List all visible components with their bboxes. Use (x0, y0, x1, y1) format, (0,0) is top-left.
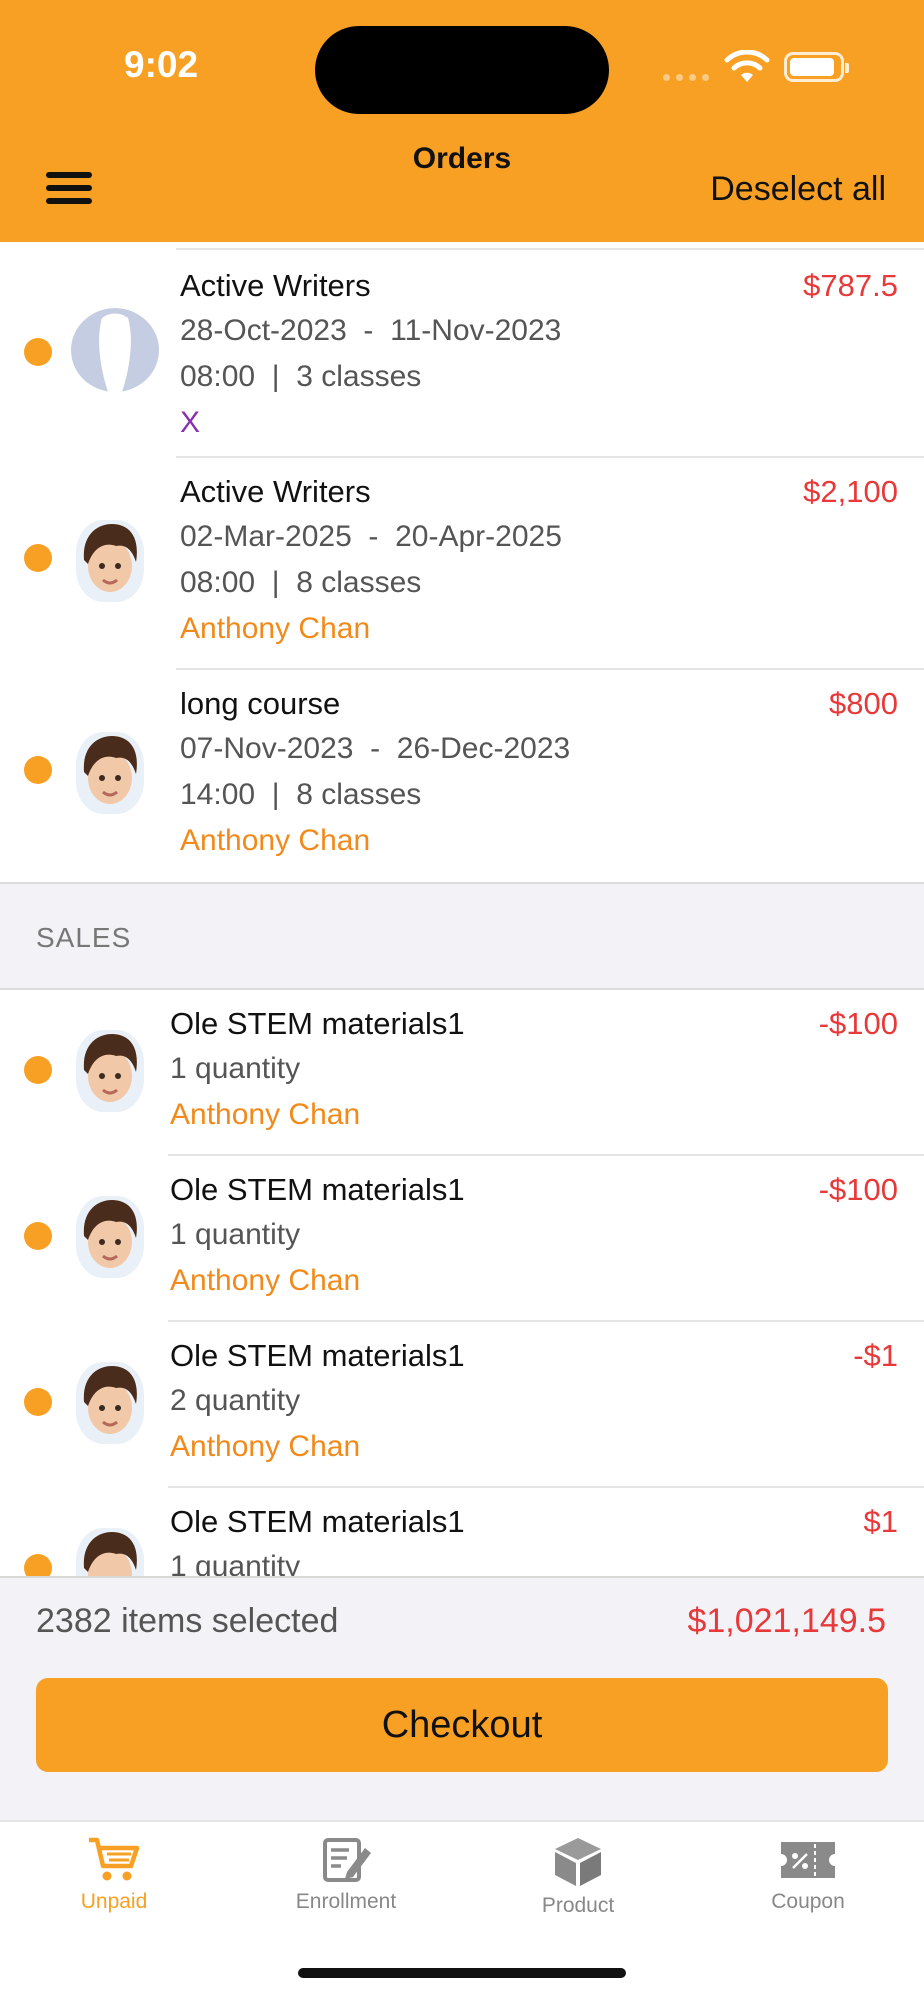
course-title: Active Writers (180, 474, 371, 509)
battery-icon (784, 52, 849, 82)
avatar (76, 732, 144, 814)
student-name: Anthony Chan (170, 1098, 361, 1131)
student-name: X (180, 406, 201, 439)
date-range: 28-Oct-2023 - 11-Nov-2023 (180, 314, 562, 347)
selected-indicator[interactable] (24, 1056, 52, 1084)
quantity: 1 quantity (170, 1550, 301, 1576)
tab-label: Product (541, 1894, 615, 1917)
selected-indicator[interactable] (24, 1222, 52, 1250)
selected-indicator[interactable] (24, 1554, 52, 1576)
tab-label: Coupon (771, 1890, 845, 1913)
student-name: Anthony Chan (170, 1264, 361, 1297)
deselect-all-button[interactable]: Deselect all (710, 170, 886, 209)
selected-indicator[interactable] (24, 338, 52, 366)
avatar (76, 520, 144, 602)
quantity: 1 quantity (170, 1052, 301, 1085)
status-time: 9:02 (124, 44, 199, 85)
orders-list[interactable]: Active Writers 28-Oct-2023 - 11-Nov-2023… (0, 242, 924, 1576)
menu-icon[interactable] (46, 172, 92, 204)
app-header: 9:02 Orders Deselect all (0, 0, 924, 242)
tab-coupon[interactable]: Coupon (718, 1836, 898, 1914)
home-indicator (298, 1968, 626, 1978)
coupon-icon (781, 1842, 835, 1878)
course-title: Active Writers (180, 268, 371, 303)
tab-label: Unpaid (80, 1890, 148, 1913)
list-item[interactable]: long course 07-Nov-2023 - 26-Dec-2023 14… (0, 670, 924, 878)
product-title: Ole STEM materials1 (170, 1006, 465, 1041)
price: -$1 (853, 1338, 898, 1373)
selected-indicator[interactable] (24, 1388, 52, 1416)
selected-total: $1,021,149.5 (687, 1602, 886, 1640)
box-icon (555, 1838, 601, 1886)
selected-count: 2382 items selected (36, 1602, 339, 1640)
price: $787.5 (803, 268, 898, 303)
student-name: Anthony Chan (170, 1430, 361, 1463)
section-header-sales: SALES (0, 882, 924, 990)
course-title: long course (180, 686, 341, 721)
list-item[interactable]: Active Writers 02-Mar-2025 - 20-Apr-2025… (0, 458, 924, 666)
checkout-summary: 2382 items selected $1,021,149.5 Checkou… (0, 1576, 924, 1820)
list-item[interactable]: Ole STEM materials1 1 quantity Anthony C… (0, 1156, 924, 1320)
tab-unpaid[interactable]: Unpaid (24, 1836, 204, 1914)
selected-indicator[interactable] (24, 756, 52, 784)
product-title: Ole STEM materials1 (170, 1172, 465, 1207)
avatar (76, 1030, 144, 1112)
selected-indicator[interactable] (24, 544, 52, 572)
checkout-button[interactable]: Checkout (36, 1678, 888, 1772)
product-title: Ole STEM materials1 (170, 1338, 465, 1373)
edit-document-icon (323, 1838, 371, 1882)
price: -$100 (818, 1172, 898, 1207)
quantity: 1 quantity (170, 1218, 301, 1251)
cellular-signal-icon (663, 74, 709, 81)
tab-label: Enrollment (295, 1890, 397, 1913)
dynamic-island (315, 26, 609, 114)
price: -$100 (818, 1006, 898, 1041)
quantity: 2 quantity (170, 1384, 301, 1417)
avatar (76, 1196, 144, 1278)
wifi-icon (724, 50, 770, 82)
cart-icon (89, 1837, 140, 1881)
avatar (76, 1528, 144, 1576)
price: $2,100 (803, 474, 898, 509)
list-item[interactable]: Ole STEM materials1 1 quantity $1 (0, 1488, 924, 1576)
avatar (70, 308, 160, 398)
price: $1 (863, 1504, 898, 1539)
tab-enrollment[interactable]: Enrollment (256, 1836, 436, 1914)
tab-product[interactable]: Product (488, 1836, 668, 1918)
list-item[interactable]: Ole STEM materials1 2 quantity Anthony C… (0, 1322, 924, 1486)
student-name: Anthony Chan (180, 824, 371, 857)
time-classes: 14:00 | 8 classes (180, 778, 422, 811)
student-name: Anthony Chan (180, 612, 371, 645)
section-label: SALES (36, 922, 132, 953)
product-title: Ole STEM materials1 (170, 1504, 465, 1539)
time-classes: 08:00 | 3 classes (180, 360, 422, 393)
list-item[interactable]: Ole STEM materials1 1 quantity Anthony C… (0, 990, 924, 1154)
list-item[interactable]: Active Writers 28-Oct-2023 - 11-Nov-2023… (0, 250, 924, 454)
date-range: 07-Nov-2023 - 26-Dec-2023 (180, 732, 571, 765)
avatar (76, 1362, 144, 1444)
date-range: 02-Mar-2025 - 20-Apr-2025 (180, 520, 562, 553)
time-classes: 08:00 | 8 classes (180, 566, 422, 599)
price: $800 (829, 686, 898, 721)
